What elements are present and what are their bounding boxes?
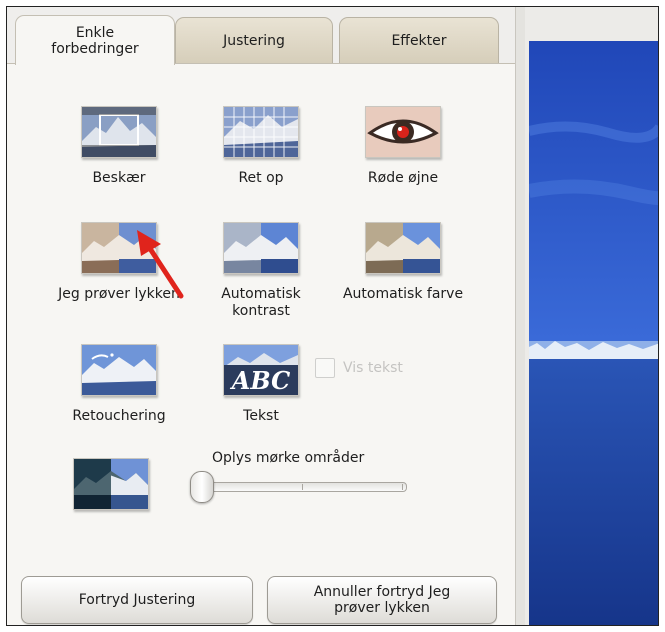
tool-auto-contrast[interactable]: Automatisk kontrast	[191, 222, 331, 320]
undo-adjustment-button[interactable]: Fortryd Justering	[21, 576, 253, 624]
tool-label: Automatisk kontrast	[221, 286, 301, 319]
tool-text[interactable]: ABC Tekst	[191, 344, 331, 425]
tool-auto-color[interactable]: Automatisk farve	[333, 222, 473, 303]
show-text-checkbox[interactable]	[315, 358, 335, 378]
retouch-icon	[81, 344, 157, 396]
slider-tick	[302, 484, 303, 490]
tool-label: Retouchering	[72, 408, 166, 424]
tab-enkle-forbedringer[interactable]: Enkle forbedringer	[15, 15, 175, 65]
cancel-undo-lucky-button[interactable]: Annuller fortryd Jeg prøver lykken	[267, 576, 497, 624]
show-text-label: Vis tekst	[343, 360, 403, 376]
slider-tick	[402, 484, 403, 490]
red-arrow-annotation	[137, 230, 184, 299]
crop-icon	[81, 106, 157, 158]
auto-color-icon	[365, 222, 441, 274]
tool-retouch[interactable]: Retouchering	[49, 344, 189, 425]
tool-red-eye[interactable]: Røde øjne	[333, 106, 473, 187]
text-icon: ABC	[223, 344, 299, 396]
tab-bar: Justering Effekter Enkle forbedringer	[7, 7, 515, 65]
text-icon-caption: ABC	[230, 366, 290, 395]
tab-justering[interactable]: Justering	[175, 17, 333, 63]
tool-crop[interactable]: Beskær	[49, 106, 189, 187]
fill-light-slider-track[interactable]	[197, 482, 407, 492]
fill-light-label: Oplys mørke områder	[212, 450, 365, 466]
tool-label: Tekst	[243, 408, 279, 424]
show-text-checkbox-row: Vis tekst	[315, 358, 403, 378]
edit-panel: Justering Effekter Enkle forbedringer Be…	[7, 7, 515, 625]
tool-straighten[interactable]: Ret op	[191, 106, 331, 187]
picasa-window: Justering Effekter Enkle forbedringer Be…	[6, 6, 659, 626]
tool-label: Beskær	[92, 170, 146, 186]
photo-preview-area	[525, 7, 658, 625]
red-eye-icon	[365, 106, 441, 158]
tool-label: Røde øjne	[367, 170, 439, 186]
tool-label: Automatisk farve	[342, 286, 464, 302]
fill-light-slider-thumb[interactable]	[190, 471, 214, 503]
tools-content: Beskær Ret op Røde øjne Jeg prøver lykke…	[7, 63, 515, 625]
tab-effekter[interactable]: Effekter	[339, 17, 499, 63]
auto-contrast-icon	[223, 222, 299, 274]
photo-preview	[529, 41, 658, 625]
tool-label: Ret op	[238, 170, 284, 186]
fill-light-icon	[73, 458, 149, 510]
straighten-icon	[223, 106, 299, 158]
